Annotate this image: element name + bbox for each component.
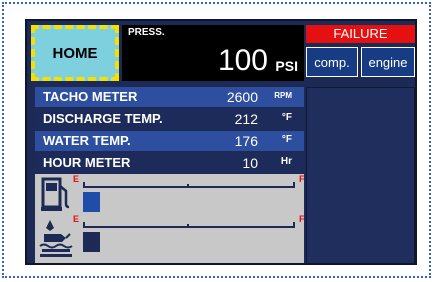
reading-unit: RPM bbox=[274, 91, 292, 100]
oil-level-bar bbox=[83, 232, 100, 252]
reading-value: 10 bbox=[242, 155, 258, 171]
reading-unit: °F bbox=[281, 134, 292, 145]
gauge-full-label: F bbox=[299, 214, 305, 224]
pressure-label: PRESS. bbox=[128, 27, 165, 38]
reading-value: 212 bbox=[234, 111, 258, 127]
comp-failure-button[interactable]: comp. bbox=[306, 47, 358, 77]
reading-value: 176 bbox=[234, 133, 258, 149]
reading-row-tacho: TACHO METER 2600 RPM bbox=[35, 87, 304, 107]
reading-value: 2600 bbox=[226, 89, 258, 105]
fuel-level-bar bbox=[83, 192, 100, 212]
reading-row-water-temp: WATER TEMP. 176 °F bbox=[35, 131, 304, 151]
reading-unit: Hr bbox=[280, 156, 292, 167]
reading-row-hour-meter: HOUR METER 10 Hr bbox=[35, 153, 304, 173]
failure-details-panel bbox=[306, 87, 415, 263]
reading-label: TACHO METER bbox=[43, 89, 138, 104]
reading-row-discharge-temp: DISCHARGE TEMP. 212 °F bbox=[35, 109, 304, 129]
fuel-pump-icon bbox=[40, 176, 72, 217]
pressure-unit: PSI bbox=[275, 58, 298, 74]
home-button-label: HOME bbox=[52, 44, 98, 62]
failure-title: FAILURE bbox=[306, 25, 415, 43]
level-gauges-panel: E F E F bbox=[35, 174, 305, 263]
home-button[interactable]: HOME bbox=[31, 25, 119, 81]
reading-label: DISCHARGE TEMP. bbox=[43, 111, 163, 126]
failure-panel: FAILURE comp. engine bbox=[306, 25, 415, 81]
gauge-scale bbox=[83, 182, 295, 188]
compressor-display: HOME PRESS. 100 PSI FAILURE comp. engine… bbox=[25, 19, 417, 265]
readings-list: TACHO METER 2600 RPM DISCHARGE TEMP. 212… bbox=[35, 87, 304, 175]
engine-failure-button[interactable]: engine bbox=[361, 47, 415, 77]
gauge-empty-label: E bbox=[73, 174, 80, 184]
gauge-full-label: F bbox=[299, 174, 305, 184]
reading-unit: °F bbox=[281, 112, 292, 123]
reading-label: WATER TEMP. bbox=[43, 133, 131, 148]
pressure-value: 100 bbox=[217, 44, 268, 77]
reading-label: HOUR METER bbox=[43, 155, 131, 170]
gauge-scale bbox=[83, 222, 295, 228]
gauge-mid-tick bbox=[187, 224, 189, 228]
gauge-mid-tick bbox=[187, 184, 189, 188]
gauge-empty-label: E bbox=[73, 214, 80, 224]
oil-level-icon bbox=[39, 218, 73, 263]
pressure-panel: PRESS. 100 PSI bbox=[122, 25, 304, 81]
